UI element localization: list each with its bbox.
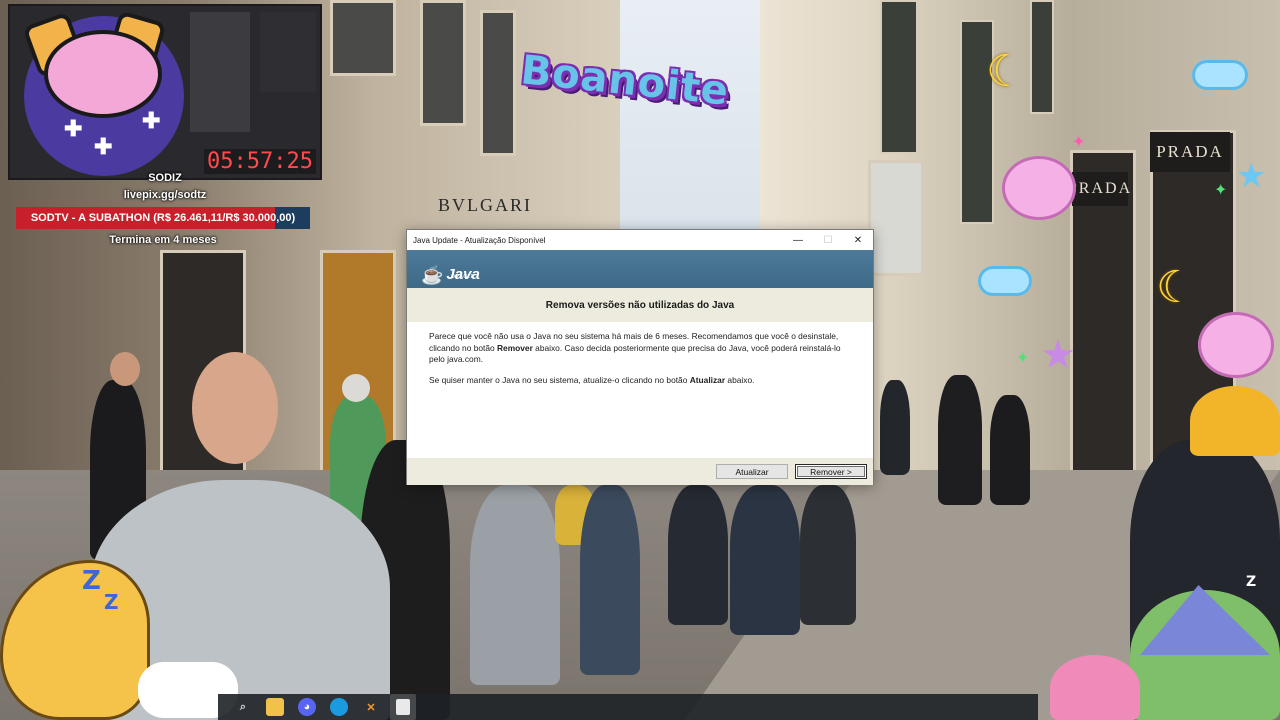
taskbar: ⌕ ◕ ✕ xyxy=(218,694,1038,720)
pedestrian xyxy=(880,380,910,475)
shelf xyxy=(190,12,250,132)
java-cup-icon: ☕ xyxy=(421,265,444,285)
pedestrian xyxy=(800,485,856,625)
edge-icon[interactable] xyxy=(330,698,348,716)
pedestrian xyxy=(730,485,800,635)
streamer-username: SODIZ xyxy=(148,172,182,184)
discord-icon[interactable]: ◕ xyxy=(298,698,316,716)
message-bold-text: Remover xyxy=(496,342,533,353)
minimize-button[interactable]: — xyxy=(783,230,813,250)
pedestrian xyxy=(580,485,640,675)
message-text: Se quiser manter o Java no seu sistema, … xyxy=(429,374,690,385)
prada-sign: PRADA xyxy=(1068,172,1130,206)
moon-icon: ☾ xyxy=(986,47,1026,96)
pink-cloud-icon xyxy=(1002,156,1076,220)
yellow-cap xyxy=(1190,386,1280,456)
pedestrian-head xyxy=(342,374,370,402)
heading-band: Remova versões não utilizadas do Java xyxy=(407,288,873,322)
pedestrian xyxy=(470,485,560,685)
webcam-frame: ✚ ✚ ✚ 05:57:25 xyxy=(8,4,322,180)
pedestrian xyxy=(938,375,982,505)
moon-icon: ☾ xyxy=(1156,263,1196,312)
pedestrian-head xyxy=(110,352,140,386)
poster xyxy=(868,160,924,276)
shelf xyxy=(260,12,316,92)
bone-icon: ✚ xyxy=(142,108,161,133)
subathon-goal-bar: SODTV - A SUBATHON (R$ 26.461,11/R$ 30.0… xyxy=(16,207,310,229)
dialog-heading: Remova versões não utilizadas do Java xyxy=(545,299,735,311)
dialog-footer: Atualizar Remover > xyxy=(407,458,873,485)
sleep-z-icon: Z xyxy=(82,566,101,596)
pedestrian xyxy=(668,485,728,625)
dialog-message: Parece que você não usa o Java no seu si… xyxy=(429,331,855,395)
sleep-z-icon: Z xyxy=(1246,574,1257,590)
pink-character-sticker xyxy=(1050,655,1140,720)
star-icon: ★ xyxy=(1236,157,1267,195)
pedestrian xyxy=(990,395,1030,505)
star-icon: ✦ xyxy=(1016,350,1030,367)
bone-icon: ✚ xyxy=(94,134,113,159)
bone-icon: ✚ xyxy=(64,116,83,141)
goal-label: SODTV - A SUBATHON (R$ 26.461,11/R$ 30.0… xyxy=(30,212,296,224)
java-update-dialog: Java Update - Atualização Disponível — ☐… xyxy=(406,229,874,485)
star-icon: ✦ xyxy=(1072,134,1086,151)
file-explorer-icon[interactable] xyxy=(266,698,284,716)
livepix-link: livepix.gg/sodtz xyxy=(123,189,207,201)
cloud-icon xyxy=(1192,60,1248,90)
update-button[interactable]: Atualizar xyxy=(716,464,788,479)
subathon-timer: 05:57:25 xyxy=(204,149,316,174)
sleeping-dog-avatar: ✚ ✚ ✚ xyxy=(22,10,184,176)
avatar-face xyxy=(44,30,162,118)
prada-sign: PRADA xyxy=(1150,132,1230,172)
pedestrian-head xyxy=(192,352,278,464)
message-bold-text: Atualizar xyxy=(689,374,726,385)
dialog-title: Java Update - Atualização Disponível xyxy=(413,235,546,245)
pink-cloud-icon xyxy=(1198,312,1274,378)
window xyxy=(420,0,466,126)
app-icon[interactable]: ✕ xyxy=(362,698,380,716)
message-paragraph: Parece que você não usa o Java no seu si… xyxy=(429,331,855,366)
cloud-icon xyxy=(978,266,1032,296)
message-paragraph: Se quiser manter o Java no seu sistema, … xyxy=(429,375,855,387)
remove-button[interactable]: Remover > xyxy=(795,464,867,479)
bvlgari-sign: BVLGARI xyxy=(438,194,532,215)
window-shutter xyxy=(880,0,918,154)
close-button[interactable]: ✕ xyxy=(843,230,873,250)
java-update-icon[interactable] xyxy=(390,694,416,720)
star-icon: ★ xyxy=(1040,333,1076,377)
java-banner: ☕ Java ORACLE xyxy=(407,250,873,288)
java-taskbar-glyph xyxy=(396,699,410,715)
sleep-z-icon: Z xyxy=(104,590,119,614)
dialog-titlebar[interactable]: Java Update - Atualização Disponível — ☐… xyxy=(407,230,873,250)
window-shutter xyxy=(1030,0,1054,114)
search-icon[interactable]: ⌕ xyxy=(234,698,252,716)
star-icon: ✦ xyxy=(1214,182,1228,199)
message-text: abaixo. xyxy=(725,374,755,385)
goal-countdown: Termina em 4 meses xyxy=(109,234,217,246)
oracle-wordmark: ORACLE xyxy=(451,274,475,280)
window xyxy=(330,0,396,76)
maximize-button: ☐ xyxy=(823,234,833,246)
